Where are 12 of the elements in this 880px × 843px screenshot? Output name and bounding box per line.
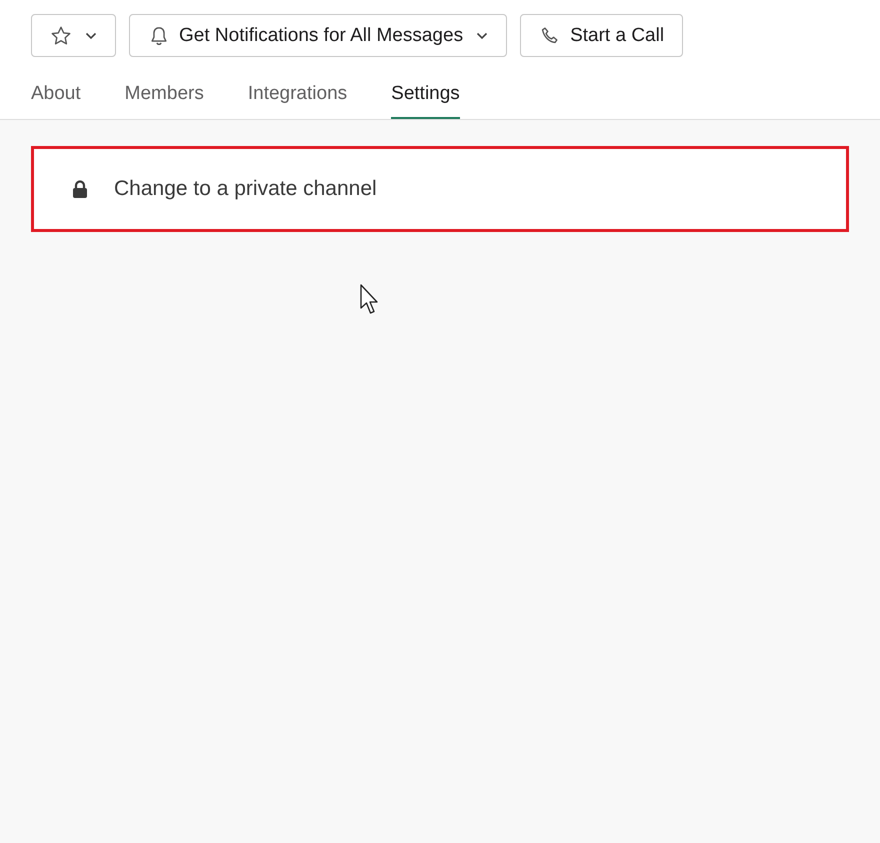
tab[interactable]: About	[31, 83, 81, 119]
tab[interactable]: Integrations	[248, 83, 348, 119]
tab[interactable]: Settings	[391, 83, 460, 119]
option-label: Change to a private channel	[114, 177, 377, 201]
call-button[interactable]: Start a Call	[520, 14, 684, 57]
mouse-pointer-icon	[360, 284, 380, 316]
notifications-button[interactable]: Get Notifications for All Messages	[129, 14, 508, 57]
settings-option[interactable]: Change to a private channel	[31, 146, 849, 232]
tab[interactable]: Members	[124, 83, 204, 119]
star-menu-button[interactable]	[31, 14, 116, 57]
lock-icon	[72, 180, 88, 198]
star-icon	[50, 24, 72, 46]
